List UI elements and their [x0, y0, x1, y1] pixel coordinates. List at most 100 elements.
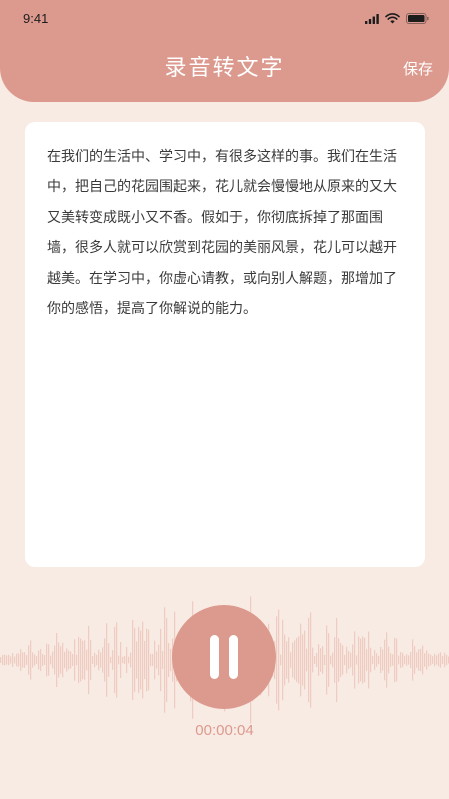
waveform-bar [64, 651, 66, 669]
waveform-bar [444, 652, 446, 668]
waveform-bar [352, 644, 354, 676]
waveform-bar [86, 649, 88, 671]
waveform-bar [354, 631, 356, 689]
waveform-bar [116, 622, 118, 698]
waveform-bar [112, 650, 114, 670]
waveform-bar [136, 641, 138, 679]
battery-icon [406, 13, 429, 24]
waveform-bar [428, 653, 430, 667]
waveform-bar [286, 641, 288, 679]
pause-button[interactable] [172, 605, 276, 709]
waveform-bar [34, 654, 36, 666]
waveform-bar [304, 630, 306, 690]
waveform-bar [80, 638, 82, 682]
waveform-bar [294, 640, 296, 680]
waveform-bar [100, 652, 102, 668]
waveform-bar [66, 648, 68, 672]
signal-icon [365, 13, 379, 24]
waveform-bar [332, 652, 334, 668]
waveform-bar [146, 628, 148, 692]
waveform-bar [78, 637, 80, 683]
waveform-bar [400, 652, 402, 668]
waveform-bar [40, 649, 42, 671]
waveform-bar [368, 631, 370, 689]
waveform-bar [14, 656, 16, 664]
waveform-bar [36, 655, 38, 665]
waveform-bar [18, 653, 20, 667]
waveform-bar [74, 639, 76, 681]
transcript-text: 在我们的生活中、学习中，有很多这样的事。我们在生活中，把自己的花园围起来，花儿就… [47, 149, 397, 318]
waveform-bar [420, 648, 422, 672]
waveform-bar [84, 640, 86, 680]
waveform-bar [26, 655, 28, 665]
waveform-bar [426, 650, 428, 670]
page-title: 录音转文字 [164, 56, 285, 81]
waveform-bar [288, 637, 290, 683]
waveform-bar [44, 655, 46, 665]
waveform-bar [424, 653, 426, 667]
waveform-bar [326, 625, 328, 695]
waveform-bar [32, 652, 34, 668]
waveform-bar [6, 655, 8, 665]
waveform-bar [356, 655, 358, 665]
waveform-bar [152, 653, 154, 667]
waveform-bar [148, 629, 150, 691]
waveform-bar [394, 637, 396, 683]
waveform-bar [48, 644, 50, 676]
waveform-bar [124, 656, 126, 664]
waveform-bar [138, 626, 140, 694]
waveform-bar [60, 646, 62, 674]
waveform-bar [418, 649, 420, 671]
waveform-bar [12, 653, 14, 667]
waveform-bar [316, 652, 318, 668]
waveform-bar [20, 649, 22, 671]
save-button[interactable]: 保存 [403, 58, 433, 79]
pause-icon [210, 635, 238, 679]
waveform-bar [340, 643, 342, 677]
waveform-bar [88, 625, 90, 695]
waveform-bar [94, 652, 96, 668]
waveform-bar [58, 642, 60, 678]
app-header: 9:41 录音转文字 保存 [0, 0, 449, 102]
waveform-bar [382, 649, 384, 671]
waveform-bar [346, 646, 348, 674]
waveform-bar [392, 654, 394, 666]
waveform-bar [38, 650, 40, 670]
waveform-bar [344, 654, 346, 666]
waveform-bar [378, 655, 380, 665]
waveform-bar [296, 637, 298, 683]
waveform-bar [366, 649, 368, 671]
waveform-bar [388, 646, 390, 674]
waveform-bar [436, 655, 438, 665]
waveform-bar [374, 650, 376, 670]
waveform-bar [336, 617, 338, 703]
waveform-bar [130, 652, 132, 668]
waveform-bar [364, 637, 366, 683]
waveform-bar [318, 644, 320, 676]
waveform-bar [52, 651, 54, 669]
waveform-bar [312, 647, 314, 673]
waveform-bar [380, 646, 382, 674]
waveform-bar [290, 652, 292, 668]
waveform-bar [322, 646, 324, 674]
waveform-bar [442, 656, 444, 664]
waveform-bar [278, 609, 280, 711]
waveform-bar [24, 652, 26, 668]
waveform-bar [54, 645, 56, 675]
waveform-bar [76, 654, 78, 666]
waveform-bar [0, 657, 2, 663]
waveform-bar [414, 646, 416, 674]
waveform-bar [308, 617, 310, 703]
waveform-bar [2, 654, 4, 666]
waveform-bar [98, 649, 100, 671]
waveform-bar [114, 626, 116, 694]
waveform-bar [298, 636, 300, 684]
waveform-bar [154, 640, 156, 680]
waveform-bar [126, 646, 128, 674]
waveform-bar [362, 636, 364, 684]
status-icons [365, 13, 429, 24]
waveform-bar [158, 644, 160, 676]
waveform-bar [434, 653, 436, 667]
waveform-bar [142, 621, 144, 699]
waveform-bar [410, 652, 412, 668]
